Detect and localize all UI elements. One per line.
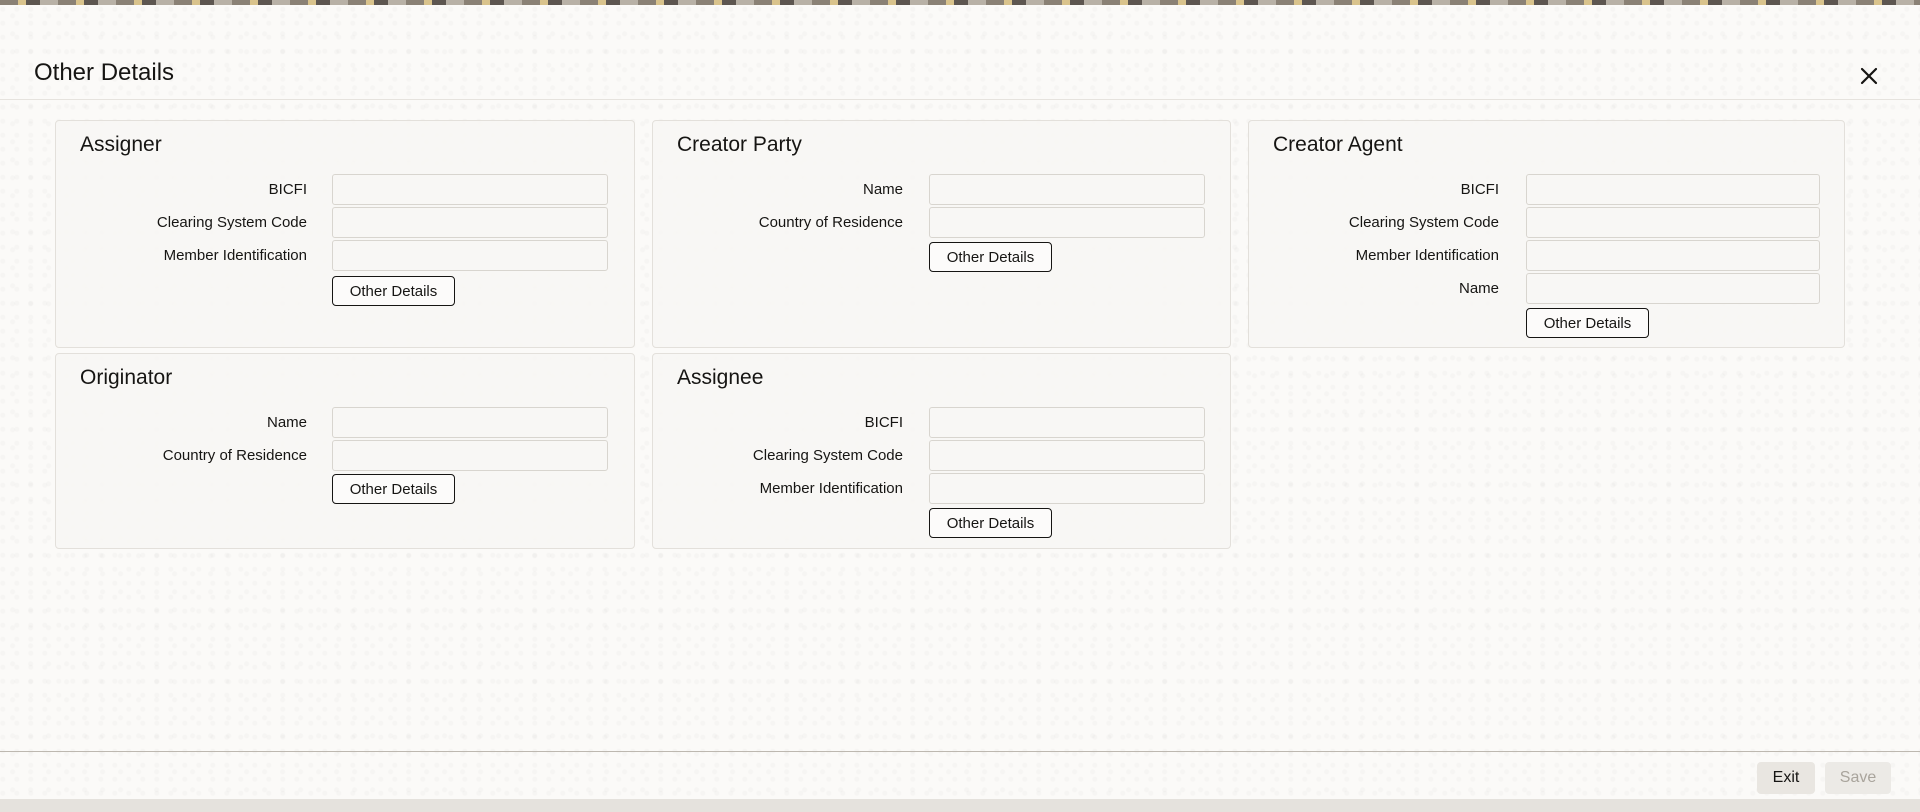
field-row-country-of-residence: Country of Residence [653, 207, 1230, 239]
creator-agent-panel: Creator Agent BICFI Clearing System Code… [1248, 120, 1845, 348]
field-row-country-of-residence: Country of Residence [56, 440, 634, 472]
field-label-name: Name [1458, 280, 1499, 297]
assignee-member-identification-input[interactable] [929, 473, 1205, 504]
field-row-name: Name [653, 174, 1230, 206]
field-label-country-of-residence: Country of Residence [162, 447, 307, 464]
field-label-name: Name [266, 414, 307, 431]
title-divider [0, 99, 1920, 100]
dialog-title: Other Details [34, 59, 175, 86]
assignee-clearing-system-code-input[interactable] [929, 440, 1205, 471]
assigner-bicfi-input[interactable] [332, 174, 608, 205]
footer-divider [0, 751, 1920, 752]
field-label-country-of-residence: Country of Residence [758, 214, 903, 231]
field-row-bicfi: BICFI [1249, 174, 1844, 206]
assignee-bicfi-input[interactable] [929, 407, 1205, 438]
originator-other-details-button[interactable]: Other Details [332, 474, 455, 504]
exit-button[interactable]: Exit [1757, 762, 1815, 794]
field-label-bicfi: BICFI [268, 181, 307, 198]
field-row-member-identification: Member Identification [56, 240, 634, 272]
field-row-clearing-system-code: Clearing System Code [56, 207, 634, 239]
field-label-member-identification: Member Identification [163, 247, 307, 264]
field-label-clearing-system-code: Clearing System Code [752, 447, 903, 464]
creator-agent-other-details-button[interactable]: Other Details [1526, 308, 1649, 338]
field-label-member-identification: Member Identification [1355, 247, 1499, 264]
assigner-other-details-button[interactable]: Other Details [332, 276, 455, 306]
field-row-member-identification: Member Identification [653, 473, 1230, 505]
field-row-bicfi: BICFI [56, 174, 634, 206]
field-label-member-identification: Member Identification [759, 480, 903, 497]
field-row-bicfi: BICFI [653, 407, 1230, 439]
assigner-clearing-system-code-input[interactable] [332, 207, 608, 238]
close-button[interactable] [1856, 63, 1882, 89]
panel-title-creator-party: Creator Party [677, 133, 802, 156]
originator-country-of-residence-input[interactable] [332, 440, 608, 471]
creator-party-other-details-button[interactable]: Other Details [929, 242, 1052, 272]
creator-party-name-input[interactable] [929, 174, 1205, 205]
assigner-member-identification-input[interactable] [332, 240, 608, 271]
assignee-other-details-button[interactable]: Other Details [929, 508, 1052, 538]
panel-title-assigner: Assigner [80, 133, 162, 156]
bottom-status-bar [0, 799, 1920, 812]
save-button[interactable]: Save [1825, 762, 1891, 794]
originator-name-input[interactable] [332, 407, 608, 438]
field-label-bicfi: BICFI [864, 414, 903, 431]
field-label-clearing-system-code: Clearing System Code [156, 214, 307, 231]
originator-panel: Originator Name Country of Residence Oth… [55, 353, 635, 549]
creator-party-country-of-residence-input[interactable] [929, 207, 1205, 238]
creator-agent-clearing-system-code-input[interactable] [1526, 207, 1820, 238]
field-row-clearing-system-code: Clearing System Code [653, 440, 1230, 472]
field-row-clearing-system-code: Clearing System Code [1249, 207, 1844, 239]
close-icon [1856, 63, 1882, 89]
field-label-clearing-system-code: Clearing System Code [1348, 214, 1499, 231]
panel-title-assignee: Assignee [677, 366, 764, 389]
field-row-member-identification: Member Identification [1249, 240, 1844, 272]
creator-agent-name-input[interactable] [1526, 273, 1820, 304]
field-label-bicfi: BICFI [1460, 181, 1499, 198]
panel-title-creator-agent: Creator Agent [1273, 133, 1403, 156]
assigner-panel: Assigner BICFI Clearing System Code Memb… [55, 120, 635, 348]
creator-party-panel: Creator Party Name Country of Residence … [652, 120, 1231, 348]
panel-title-originator: Originator [80, 366, 173, 389]
other-details-dialog: Other Details Assigner BICFI Clearing Sy… [0, 5, 1920, 799]
assignee-panel: Assignee BICFI Clearing System Code Memb… [652, 353, 1231, 549]
creator-agent-member-identification-input[interactable] [1526, 240, 1820, 271]
field-label-name: Name [862, 181, 903, 198]
field-row-name: Name [1249, 273, 1844, 305]
creator-agent-bicfi-input[interactable] [1526, 174, 1820, 205]
field-row-name: Name [56, 407, 634, 439]
